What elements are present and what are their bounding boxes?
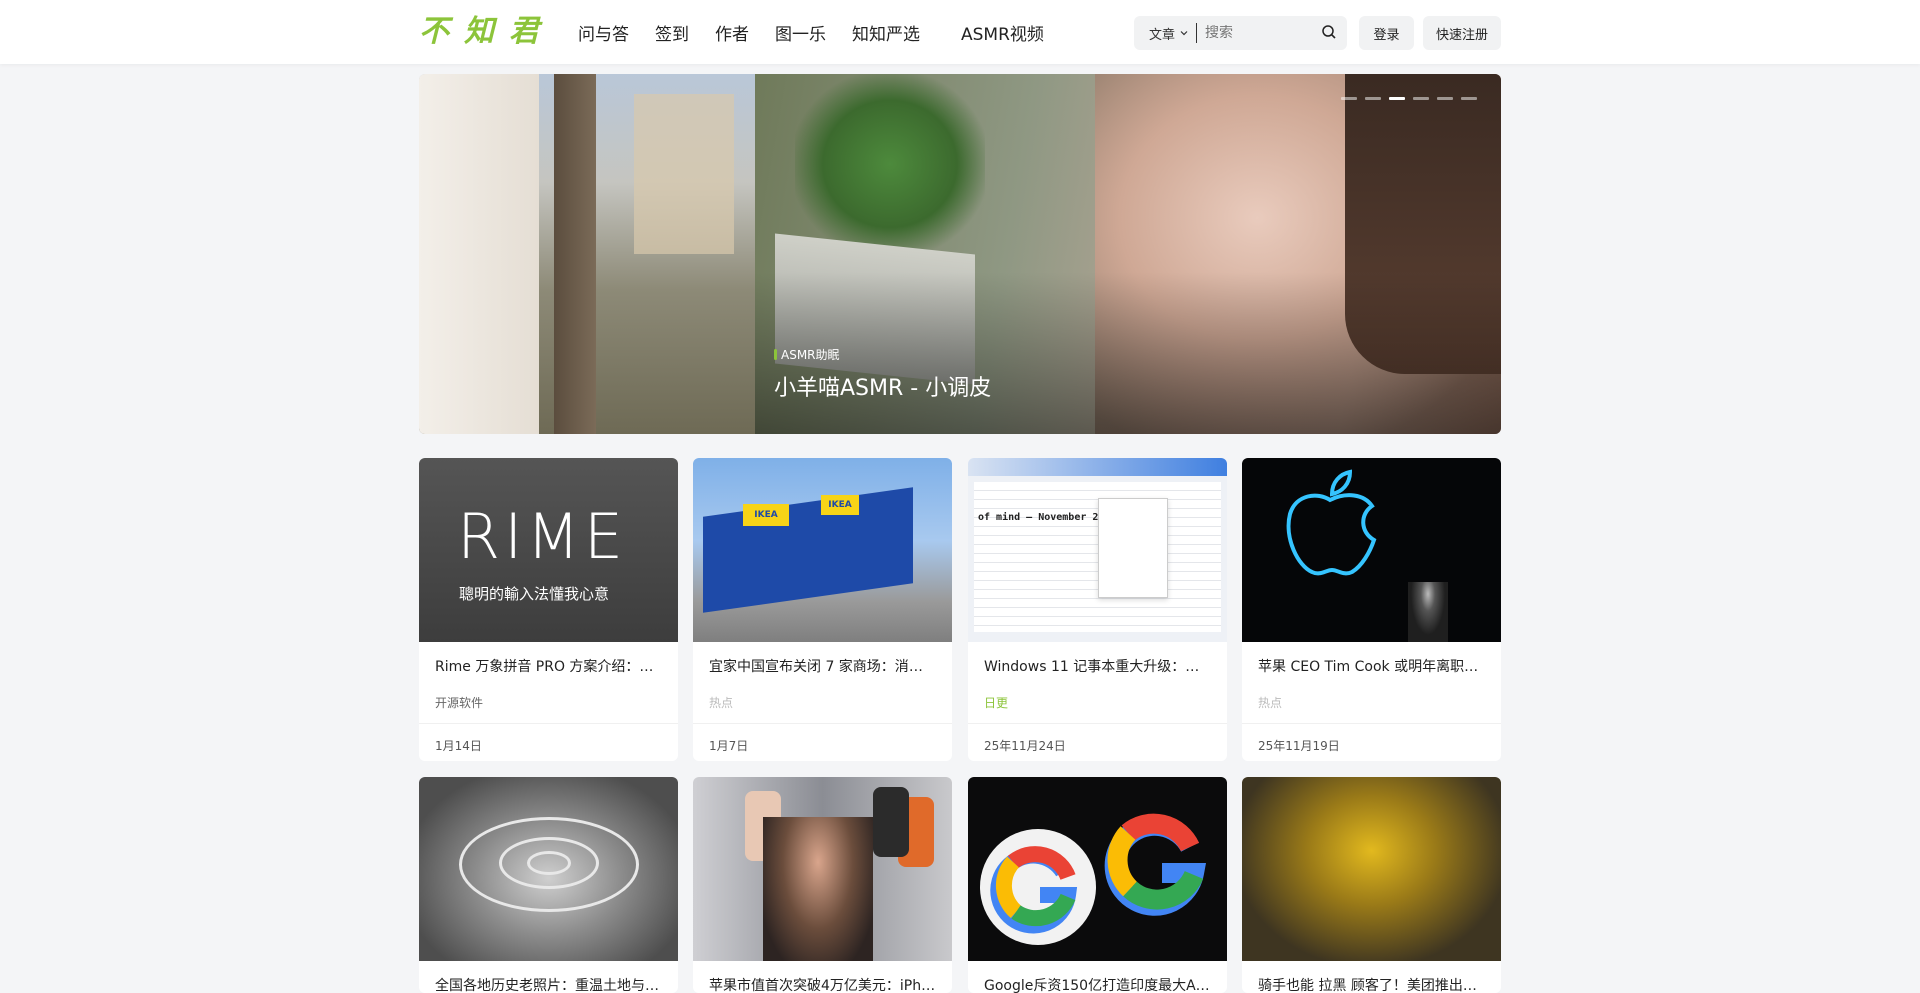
- article-title[interactable]: Google斥资150亿打造印度最大AI中心: [968, 975, 1227, 993]
- thumb-phone: [873, 787, 909, 857]
- article-category[interactable]: 热点: [1242, 694, 1501, 711]
- logo-char-3: 君: [509, 14, 539, 49]
- apple-logo-icon: [1286, 469, 1377, 576]
- site-header: 不 知 君 问与答 签到 作者 图一乐 知知严选 ASMR视频 文章 登录 快速…: [0, 0, 1920, 64]
- nav-item-fun[interactable]: 图一乐: [775, 20, 826, 45]
- logo-char-1: 不: [419, 14, 449, 49]
- carousel-dot[interactable]: [1413, 97, 1429, 100]
- search-icon[interactable]: [1321, 24, 1337, 40]
- article-date: 25年11月19日: [1242, 723, 1501, 761]
- article-category[interactable]: 日更: [968, 694, 1227, 711]
- hero-category[interactable]: ASMR助眠: [774, 346, 840, 363]
- article-card[interactable]: RIME 聰明的輸入法懂我心意 Rime 万象拼音 PRO 方案介绍：智能词库与…: [419, 458, 678, 761]
- article-thumbnail[interactable]: [1242, 458, 1501, 642]
- article-card[interactable]: 骑手也能 拉黑 顾客了！美团推出新功能: [1242, 777, 1501, 993]
- article-thumbnail[interactable]: [419, 777, 678, 961]
- main-nav: 问与答 签到 作者 图一乐 知知严选 ASMR视频: [578, 0, 1070, 64]
- nav-item-authors[interactable]: 作者: [715, 20, 749, 45]
- thumb-table-panel: [1098, 498, 1168, 598]
- article-card[interactable]: 全国各地历史老照片：重温土地与城市的变迁: [419, 777, 678, 993]
- carousel-dot[interactable]: [1461, 97, 1477, 100]
- article-card[interactable]: of mind – November 20th Windows 11 记事本重大…: [968, 458, 1227, 761]
- thumb-document-heading: of mind – November 20th: [978, 512, 1117, 523]
- chevron-down-icon: [1180, 31, 1188, 36]
- carousel-dot[interactable]: [1341, 97, 1357, 100]
- article-card[interactable]: 苹果市值首次突破4万亿美元：iPhone 17 热销: [693, 777, 952, 993]
- hero-title[interactable]: 小羊喵ASMR - 小调皮: [774, 370, 991, 402]
- thumb-speaker: [1408, 582, 1448, 642]
- article-thumbnail[interactable]: of mind – November 20th: [968, 458, 1227, 642]
- google-logo-icon: [980, 813, 1207, 945]
- hero-category-label: ASMR助眠: [781, 348, 840, 362]
- photo-figure: [419, 74, 539, 434]
- article-title[interactable]: Windows 11 记事本重大升级：表格功能正式上线: [968, 656, 1227, 676]
- article-title[interactable]: Rime 万象拼音 PRO 方案介绍：智能词库与个性化配置全解析: [419, 656, 678, 676]
- article-title[interactable]: 骑手也能 拉黑 顾客了！美团推出新功能: [1242, 975, 1501, 993]
- hero-side-image[interactable]: [419, 74, 755, 434]
- thumb-ikea-sign: IKEA: [743, 504, 789, 526]
- nav-item-checkin[interactable]: 签到: [655, 20, 689, 45]
- thumb-rime-logo: RIME: [457, 500, 628, 573]
- photo-building: [634, 94, 734, 254]
- article-title[interactable]: 苹果市值首次突破4万亿美元：iPhone 17 热销: [693, 975, 952, 993]
- article-thumbnail[interactable]: [968, 777, 1227, 961]
- carousel-pagination: [1341, 97, 1477, 100]
- article-thumbnail[interactable]: [1242, 777, 1501, 961]
- article-date: 25年11月24日: [968, 723, 1227, 761]
- carousel-dot[interactable]: [1365, 97, 1381, 100]
- thumb-person: [763, 817, 873, 961]
- nav-item-qa[interactable]: 问与答: [578, 20, 629, 45]
- article-card[interactable]: 苹果 CEO Tim Cook 或明年离职，接班人选浮出水面 热点 25年11月…: [1242, 458, 1501, 761]
- article-thumbnail[interactable]: RIME 聰明的輸入法懂我心意: [419, 458, 678, 642]
- login-button[interactable]: 登录: [1359, 16, 1414, 50]
- logo-char-2: 知: [464, 14, 494, 49]
- article-category[interactable]: 开源软件: [419, 694, 678, 711]
- category-marker: [774, 349, 777, 360]
- thumb-window-bar: [968, 458, 1227, 476]
- article-title[interactable]: 全国各地历史老照片：重温土地与城市的变迁: [419, 975, 678, 993]
- article-thumbnail[interactable]: IKEA IKEA: [693, 458, 952, 642]
- search-type-label: 文章: [1149, 27, 1176, 43]
- search-input[interactable]: [1197, 25, 1308, 41]
- article-category[interactable]: 热点: [693, 694, 952, 711]
- article-title[interactable]: 苹果 CEO Tim Cook 或明年离职，接班人选浮出水面: [1242, 656, 1501, 676]
- article-thumbnail[interactable]: [693, 777, 952, 961]
- photo-tree-trunk: [554, 74, 596, 434]
- nav-item-selection[interactable]: 知知严选: [852, 20, 920, 45]
- search-box: 文章: [1134, 16, 1347, 50]
- search-type-select[interactable]: 文章: [1134, 24, 1196, 43]
- register-button[interactable]: 快速注册: [1423, 16, 1501, 50]
- hero-carousel[interactable]: ASMR助眠 小羊喵ASMR - 小调皮: [419, 74, 1501, 434]
- article-date: 1月14日: [419, 723, 678, 761]
- thumb-building: [703, 487, 913, 613]
- thumb-ring: [527, 851, 571, 875]
- site-logo[interactable]: 不 知 君: [419, 14, 544, 50]
- article-card[interactable]: IKEA IKEA 宜家中国宣布关闭 7 家商场：消费市场变化下的战略调整 热点…: [693, 458, 952, 761]
- thumb-rime-slogan: 聰明的輸入法懂我心意: [459, 585, 610, 603]
- article-date: 1月7日: [693, 723, 952, 761]
- carousel-dot-active[interactable]: [1389, 97, 1405, 100]
- carousel-dot[interactable]: [1437, 97, 1453, 100]
- nav-item-asmr[interactable]: ASMR视频: [961, 20, 1044, 45]
- article-title[interactable]: 宜家中国宣布关闭 7 家商场：消费市场变化下的战略调整: [693, 656, 952, 676]
- thumb-ikea-sign: IKEA: [821, 495, 859, 515]
- article-card[interactable]: Google斥资150亿打造印度最大AI中心: [968, 777, 1227, 993]
